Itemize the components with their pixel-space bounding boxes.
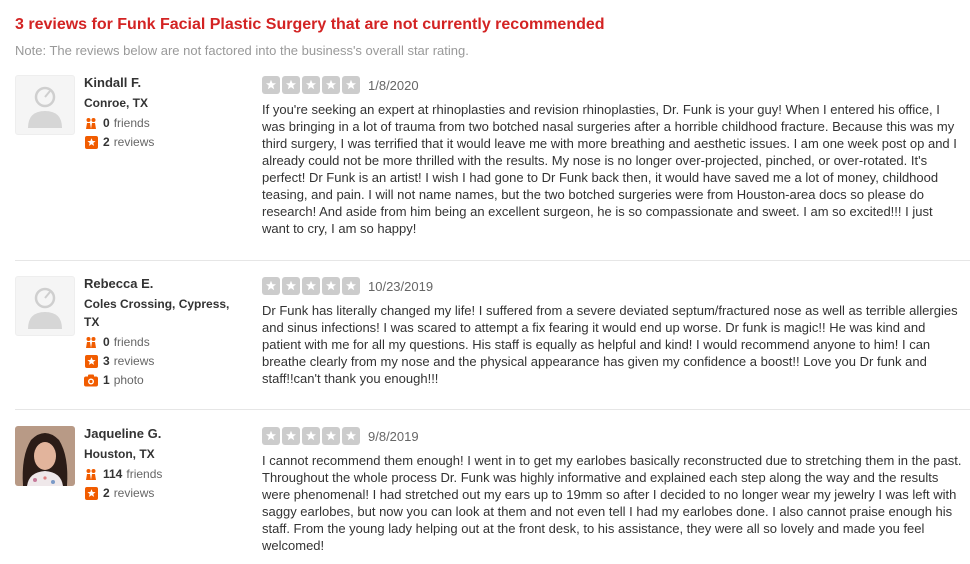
star-icon: [322, 427, 340, 445]
star-rating: [262, 427, 362, 445]
star-rating: [262, 76, 362, 94]
review-date: 1/8/2020: [368, 77, 419, 93]
reviews-count: 2: [103, 135, 110, 149]
friends-stat: 0 friends: [84, 115, 244, 131]
star-icon: [322, 277, 340, 295]
star-icon: [342, 277, 360, 295]
user-avatar-photo[interactable]: [15, 426, 75, 486]
star-icon: [302, 277, 320, 295]
review-star-icon: [84, 486, 98, 500]
review-date: 10/23/2019: [368, 278, 434, 294]
review-body: 9/8/2019 I cannot recommend them enough!…: [262, 426, 962, 554]
friends-label: friends: [113, 116, 150, 130]
friends-icon: [84, 335, 98, 349]
reviews-count: 3: [103, 354, 110, 368]
review-body: 1/8/2020 If you're seeking an expert at …: [262, 75, 962, 237]
reviews-stat: 2 reviews: [84, 485, 244, 501]
review-item: Kindall F. Conroe, TX 0 friends 2 review…: [15, 75, 970, 261]
reviews-count: 2: [103, 486, 110, 500]
star-icon: [282, 277, 300, 295]
star-icon: [262, 427, 280, 445]
friends-icon: [84, 467, 98, 481]
page-heading: 3 reviews for Funk Facial Plastic Surger…: [15, 16, 605, 33]
star-icon: [282, 427, 300, 445]
review-star-icon: [84, 135, 98, 149]
reviews-stat: 3 reviews: [84, 353, 244, 369]
user-name[interactable]: Jaqueline G.: [84, 426, 244, 442]
review-date: 9/8/2019: [368, 428, 419, 444]
friends-stat: 114 friends: [84, 466, 244, 482]
review-star-icon: [84, 354, 98, 368]
user-location: Coles Crossing, Cypress, TX: [84, 297, 230, 329]
friends-icon: [84, 116, 98, 130]
review-text: I cannot recommend them enough! I went i…: [262, 453, 962, 553]
reviews-stat: 2 reviews: [84, 134, 244, 150]
star-icon: [262, 76, 280, 94]
friends-count: 0: [103, 335, 110, 349]
default-avatar-icon: [28, 287, 62, 329]
user-info: Rebecca E. Coles Crossing, Cypress, TX 0…: [84, 276, 244, 388]
star-icon: [342, 76, 360, 94]
review-text: Dr Funk has literally changed my life! I…: [262, 303, 958, 386]
star-rating: [262, 277, 362, 295]
user-photo: [15, 426, 75, 486]
reviews-label: reviews: [113, 135, 155, 149]
friends-count: 0: [103, 116, 110, 130]
star-icon: [302, 76, 320, 94]
default-avatar-icon: [28, 86, 62, 128]
user-location: Conroe, TX: [84, 96, 149, 110]
photos-label: photo: [113, 373, 144, 387]
star-icon: [342, 427, 360, 445]
friends-stat: 0 friends: [84, 334, 244, 350]
star-icon: [302, 427, 320, 445]
photos-count: 1: [103, 373, 110, 387]
friends-label: friends: [113, 335, 150, 349]
reviews-label: reviews: [113, 486, 155, 500]
user-name[interactable]: Rebecca E.: [84, 276, 244, 292]
user-info: Jaqueline G. Houston, TX 114 friends 2 r…: [84, 426, 244, 501]
review-item: Rebecca E. Coles Crossing, Cypress, TX 0…: [15, 276, 970, 410]
reviews-label: reviews: [113, 354, 155, 368]
photos-stat: 1 photo: [84, 372, 244, 388]
star-icon: [282, 76, 300, 94]
user-name[interactable]: Kindall F.: [84, 75, 244, 91]
friends-label: friends: [126, 467, 163, 481]
star-icon: [262, 277, 280, 295]
user-avatar[interactable]: [15, 276, 75, 336]
star-icon: [322, 76, 340, 94]
rating-note: Note: The reviews below are not factored…: [15, 43, 469, 58]
friends-count: 114: [103, 467, 123, 481]
review-item: Jaqueline G. Houston, TX 114 friends 2 r…: [15, 426, 970, 564]
camera-icon: [84, 373, 98, 387]
user-info: Kindall F. Conroe, TX 0 friends 2 review…: [84, 75, 244, 150]
user-location: Houston, TX: [84, 447, 155, 461]
user-avatar[interactable]: [15, 75, 75, 135]
review-text: If you're seeking an expert at rhinoplas…: [262, 102, 957, 236]
review-body: 10/23/2019 Dr Funk has literally changed…: [262, 276, 962, 387]
